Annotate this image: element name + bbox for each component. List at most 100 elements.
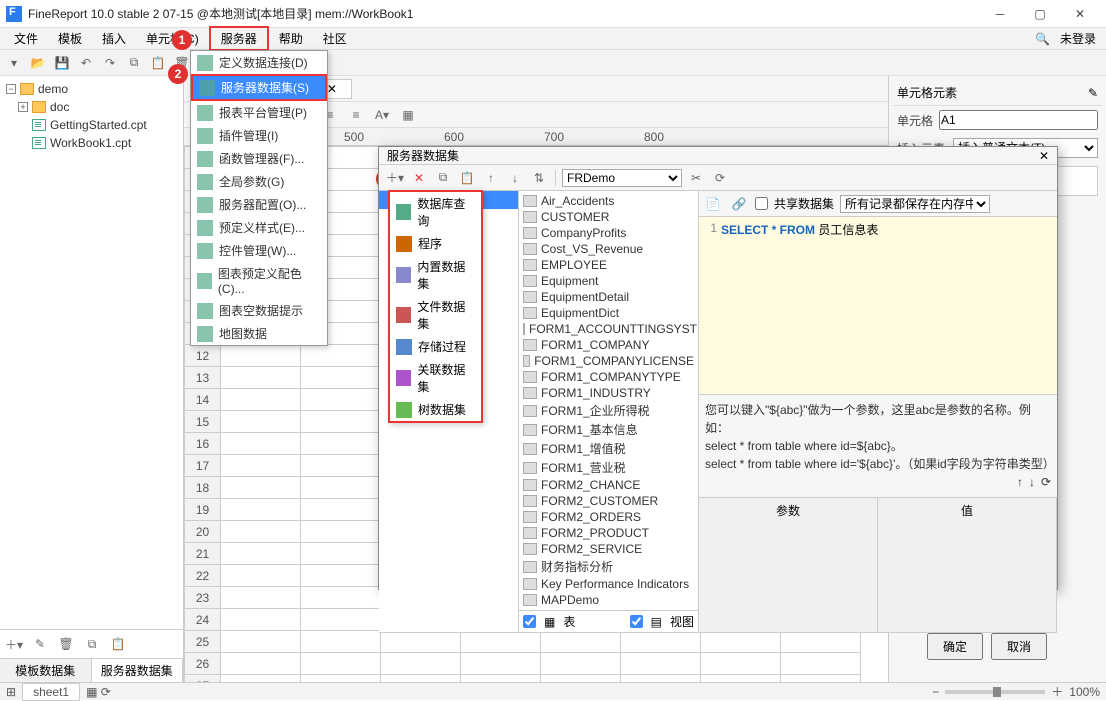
table-item[interactable]: FORM2_SERVICE [521,541,696,557]
ds-type-item[interactable]: 关联数据集 [390,358,481,398]
tab-template-ds[interactable]: 模板数据集 [0,659,92,682]
redo-icon[interactable]: ↷ [100,53,120,73]
ds-type-item[interactable]: 存储过程 [390,335,481,358]
align-right-icon[interactable]: ≡ [346,105,366,125]
table-item[interactable]: FORM1_COMPANY [521,337,696,353]
undo-icon[interactable]: ↶ [76,53,96,73]
sheet-tools-icon[interactable]: ▦ ⟳ [86,685,111,699]
ds-paste-icon[interactable]: 📋 [108,634,128,654]
link-icon[interactable]: 🔗 [729,194,749,214]
table-item[interactable]: Equipment [521,273,696,289]
new-icon[interactable]: ▾ [4,53,24,73]
down-icon[interactable]: ↓ [505,168,525,188]
table-item[interactable]: FORM1_ACCOUNTTINGSYSTEM [521,321,696,337]
table-item[interactable]: EMPLOYEE [521,257,696,273]
dialog-close-icon[interactable]: ✕ [1039,149,1049,163]
menu-template[interactable]: 模板 [48,28,92,49]
share-checkbox[interactable] [755,197,768,210]
ds-type-item[interactable]: 树数据集 [390,398,481,421]
connection-select[interactable]: FRDemo [562,169,682,187]
zoom-out-icon[interactable]: − [932,685,939,699]
table-item[interactable]: Cost_VS_Revenue [521,241,696,257]
tree-item[interactable]: WorkBook1.cpt [4,134,179,152]
server-menu-item[interactable]: 控件管理(W)... [191,239,327,262]
table-item[interactable]: FORM2_CUSTOMER [521,493,696,509]
open-icon[interactable]: 📂 [28,53,48,73]
server-menu-item[interactable]: 预定义样式(E)... [191,216,327,239]
table-item[interactable]: Air_Accidents [521,193,696,209]
server-menu-item[interactable]: 图表空数据提示 [191,299,327,322]
ok-button[interactable]: 确定 [927,633,983,660]
table-list[interactable]: Air_AccidentsCUSTOMERCompanyProfitsCost_… [519,191,698,610]
table-item[interactable]: FORM1_COMPANYTYPE [521,369,696,385]
delete-ds-icon[interactable]: ✕ [409,168,429,188]
table-item[interactable]: CUSTOMER [521,209,696,225]
tab-server-ds[interactable]: 服务器数据集 [92,659,184,682]
paste-icon[interactable]: 📋 [148,53,168,73]
ds-type-item[interactable]: 内置数据集 [390,255,481,295]
sheet-tab[interactable]: sheet1 [22,683,80,701]
table-item[interactable]: Key Performance Indicators [521,576,696,592]
menu-insert[interactable]: 插入 [92,28,136,49]
hint-down-icon[interactable]: ↓ [1029,473,1035,491]
table-item[interactable]: FORM1_营业税 [521,458,696,477]
zoom-slider[interactable] [945,690,1045,694]
table-item[interactable]: FORM2_CHANCE [521,477,696,493]
table-item[interactable]: FORM1_COMPANYLICENSE [521,353,696,369]
table-item[interactable]: FORM1_INDUSTRY [521,385,696,401]
server-menu-item[interactable]: 服务器数据集(S) [191,74,327,101]
table-item[interactable]: EquipmentDict [521,305,696,321]
server-menu-item[interactable]: 全局参数(G) [191,170,327,193]
close-button[interactable]: ✕ [1060,2,1100,26]
ds-add-icon[interactable]: ＋▾ [4,634,24,654]
sheet-nav-icon[interactable]: ⊞ [6,685,16,699]
rp-edit-icon[interactable]: ✎ [1088,86,1098,100]
menu-community[interactable]: 社区 [313,28,357,49]
sql-editor[interactable]: 1SELECT * FROM 员工信息表 [699,217,1057,395]
server-menu-item[interactable]: 插件管理(I) [191,124,327,147]
server-menu-item[interactable]: 函数管理器(F)... [191,147,327,170]
ds-type-item[interactable]: 数据库查询 [390,192,481,232]
ds-type-item[interactable]: 程序 [390,232,481,255]
table-checkbox[interactable] [523,615,536,628]
table-item[interactable]: FORM1_基本信息 [521,420,696,439]
menu-file[interactable]: 文件 [4,28,48,49]
table-item[interactable]: MAPDemo [521,592,696,608]
table-item[interactable]: EquipmentDetail [521,289,696,305]
view-checkbox[interactable] [630,615,643,628]
ds-del-icon[interactable]: 🗑 [56,634,76,654]
search-icon[interactable]: 🔍 [1035,32,1050,46]
minimize-button[interactable]: ─ [980,2,1020,26]
zoom-in-icon[interactable]: ＋ [1051,683,1063,700]
tree-item[interactable]: GettingStarted.cpt [4,116,179,134]
add-ds-icon[interactable]: ＋▾ [385,168,405,188]
close-tab-icon[interactable]: ✕ [327,82,337,96]
up-icon[interactable]: ↑ [481,168,501,188]
save-icon[interactable]: 💾 [52,53,72,73]
copy-icon[interactable]: ⧉ [124,53,144,73]
server-menu-item[interactable]: 地图数据 [191,322,327,345]
ds-edit-icon[interactable]: ✎ [30,634,50,654]
cancel-button[interactable]: 取消 [991,633,1047,660]
border-icon[interactable]: ▦ [398,105,418,125]
paste-ds-icon[interactable]: 📋 [457,168,477,188]
refresh-icon[interactable]: ⟳ [710,168,730,188]
cache-select[interactable]: 所有记录都保存在内存中 [840,195,990,213]
table-item[interactable]: CompanyProfits [521,225,696,241]
hint-up-icon[interactable]: ↑ [1017,473,1023,491]
server-menu-item[interactable]: 定义数据连接(D) [191,51,327,74]
copy-ds-icon[interactable]: ⧉ [433,168,453,188]
sort-icon[interactable]: ⇅ [529,168,549,188]
maximize-button[interactable]: ▢ [1020,2,1060,26]
server-menu-item[interactable]: 图表预定义配色(C)... [191,262,327,299]
scissors-icon[interactable]: ✂ [686,168,706,188]
cell-value-input[interactable] [939,110,1098,130]
table-item[interactable]: FORM2_ORDERS [521,509,696,525]
menu-help[interactable]: 帮助 [269,28,313,49]
server-menu-item[interactable]: 服务器配置(O)... [191,193,327,216]
ds-type-item[interactable]: 文件数据集 [390,295,481,335]
tree-root[interactable]: −demo [4,80,179,98]
ref-icon[interactable]: 📄 [703,194,723,214]
menu-server[interactable]: 服务器 [209,26,269,51]
ds-copy-icon[interactable]: ⧉ [82,634,102,654]
